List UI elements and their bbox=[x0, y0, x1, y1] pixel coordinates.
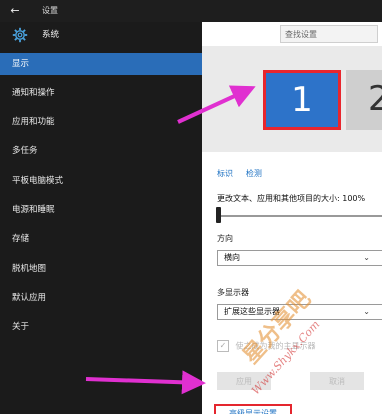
gear-icon bbox=[12, 27, 28, 43]
monitor-2-tile[interactable]: 2 bbox=[346, 70, 382, 130]
monitor-1-tile[interactable]: 1 bbox=[263, 70, 341, 130]
sidebar-item-power-sleep[interactable]: 电源和睡眠 bbox=[0, 199, 202, 221]
main-content: 1 2 标识 检测 更改文本、应用和其他项目的大小: 100% 方向 横向 ⌄ … bbox=[202, 22, 382, 414]
sidebar-item-offline-maps[interactable]: 脱机地图 bbox=[0, 258, 202, 280]
advanced-display-settings-link[interactable]: 高级显示设置 bbox=[214, 404, 292, 414]
orientation-dropdown[interactable]: 横向 ⌄ bbox=[217, 250, 382, 266]
title-bar: ← 设置 bbox=[0, 0, 382, 22]
display-preview: 1 2 bbox=[202, 46, 382, 152]
multi-display-value: 扩展这些显示器 bbox=[224, 307, 280, 316]
sidebar-item-apps[interactable]: 应用和功能 bbox=[0, 111, 202, 133]
sidebar-item-storage[interactable]: 存储 bbox=[0, 228, 202, 250]
sidebar-item-notifications[interactable]: 通知和操作 bbox=[0, 82, 202, 104]
sidebar-header: 系统 bbox=[0, 22, 202, 49]
multi-display-dropdown[interactable]: 扩展这些显示器 ⌄ bbox=[217, 304, 382, 320]
chevron-down-icon: ⌄ bbox=[363, 253, 370, 262]
orientation-value: 横向 bbox=[224, 253, 240, 262]
cancel-button[interactable]: 取消 bbox=[310, 372, 364, 390]
main-display-checkbox-label: 使之成为我的主显示器 bbox=[235, 341, 316, 351]
scale-label: 更改文本、应用和其他项目的大小: 100% bbox=[217, 194, 366, 203]
scale-slider-track[interactable] bbox=[217, 215, 382, 217]
search-input[interactable] bbox=[280, 25, 378, 43]
sidebar-item-about[interactable]: 关于 bbox=[0, 316, 202, 338]
sidebar-item-multitasking[interactable]: 多任务 bbox=[0, 140, 202, 162]
main-display-checkbox[interactable]: ✓ bbox=[217, 340, 229, 352]
chevron-down-icon: ⌄ bbox=[363, 307, 370, 316]
identify-link[interactable]: 标识 bbox=[217, 169, 233, 178]
sidebar: 系统 显示 通知和操作 应用和功能 多任务 平板电脑模式 电源和睡眠 存储 脱机… bbox=[0, 22, 202, 414]
orientation-label: 方向 bbox=[217, 234, 233, 243]
detect-link[interactable]: 检测 bbox=[246, 169, 262, 178]
sidebar-item-tablet-mode[interactable]: 平板电脑模式 bbox=[0, 170, 202, 192]
window-title: 设置 bbox=[42, 6, 58, 15]
back-arrow-icon[interactable]: ← bbox=[6, 2, 24, 20]
preview-links: 标识 检测 bbox=[217, 168, 272, 179]
sidebar-item-default-apps[interactable]: 默认应用 bbox=[0, 287, 202, 309]
sidebar-item-display[interactable]: 显示 bbox=[0, 53, 202, 75]
multi-display-label: 多显示器 bbox=[217, 288, 249, 297]
scale-slider-thumb[interactable] bbox=[216, 207, 221, 223]
sidebar-header-label: 系统 bbox=[42, 30, 60, 40]
apply-button[interactable]: 应用 bbox=[217, 372, 271, 390]
main-display-checkbox-row[interactable]: ✓ 使之成为我的主显示器 bbox=[217, 340, 316, 352]
